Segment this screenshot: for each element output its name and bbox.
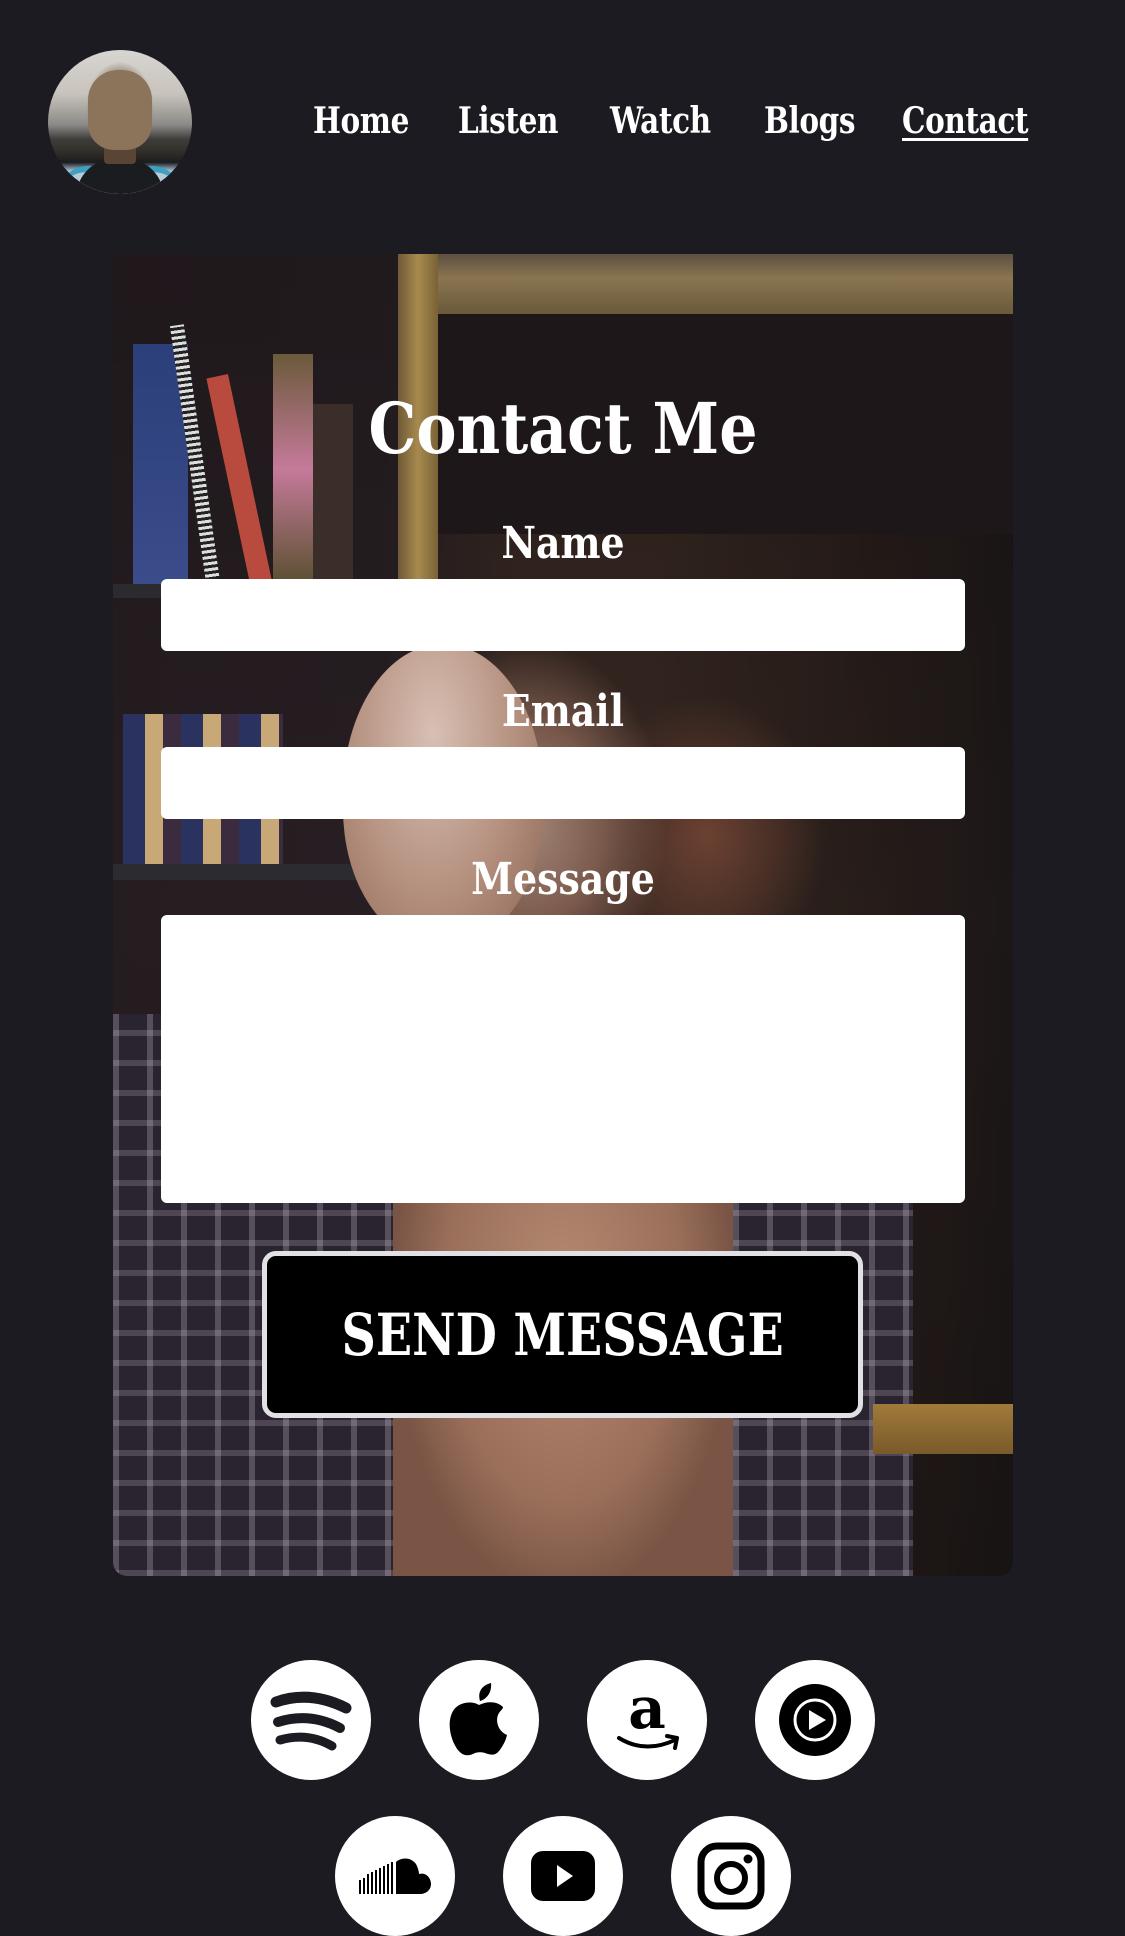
nav-home[interactable]: Home (313, 96, 409, 146)
amazon-icon: a (617, 1680, 679, 1750)
main-nav: Home Listen Watch Blogs Contact (0, 96, 1125, 146)
spotify-icon (270, 1691, 352, 1751)
background-photo-frame (398, 254, 1013, 314)
name-input[interactable] (161, 579, 965, 651)
send-message-button[interactable]: SEND MESSAGE (262, 1251, 863, 1418)
name-label: Name (501, 518, 625, 569)
youtube-music-link[interactable] (755, 1660, 875, 1780)
page-title: Contact Me (368, 387, 758, 470)
apple-music-link[interactable] (419, 1660, 539, 1780)
soundcloud-icon (359, 1858, 431, 1894)
message-label: Message (471, 854, 655, 905)
nav-listen[interactable]: Listen (458, 96, 558, 146)
nav-blogs[interactable]: Blogs (764, 96, 855, 146)
youtube-icon (531, 1851, 595, 1901)
email-input[interactable] (161, 747, 965, 819)
nav-watch[interactable]: Watch (610, 96, 711, 146)
svg-text:a: a (628, 1680, 666, 1742)
soundcloud-link[interactable] (335, 1816, 455, 1936)
background-photo-shelf (873, 1404, 1013, 1454)
instagram-link[interactable] (671, 1816, 791, 1936)
spotify-link[interactable] (251, 1660, 371, 1780)
youtube-music-icon (779, 1684, 851, 1756)
send-message-label: SEND MESSAGE (341, 1300, 784, 1369)
apple-icon (449, 1683, 507, 1756)
contact-card: Contact Me Name Email Message SEND MESSA… (113, 254, 1013, 1576)
youtube-link[interactable] (503, 1816, 623, 1936)
nav-contact[interactable]: Contact (902, 96, 1029, 146)
message-textarea[interactable] (161, 915, 965, 1203)
amazon-music-link[interactable]: a (587, 1660, 707, 1780)
email-label: Email (501, 686, 625, 737)
